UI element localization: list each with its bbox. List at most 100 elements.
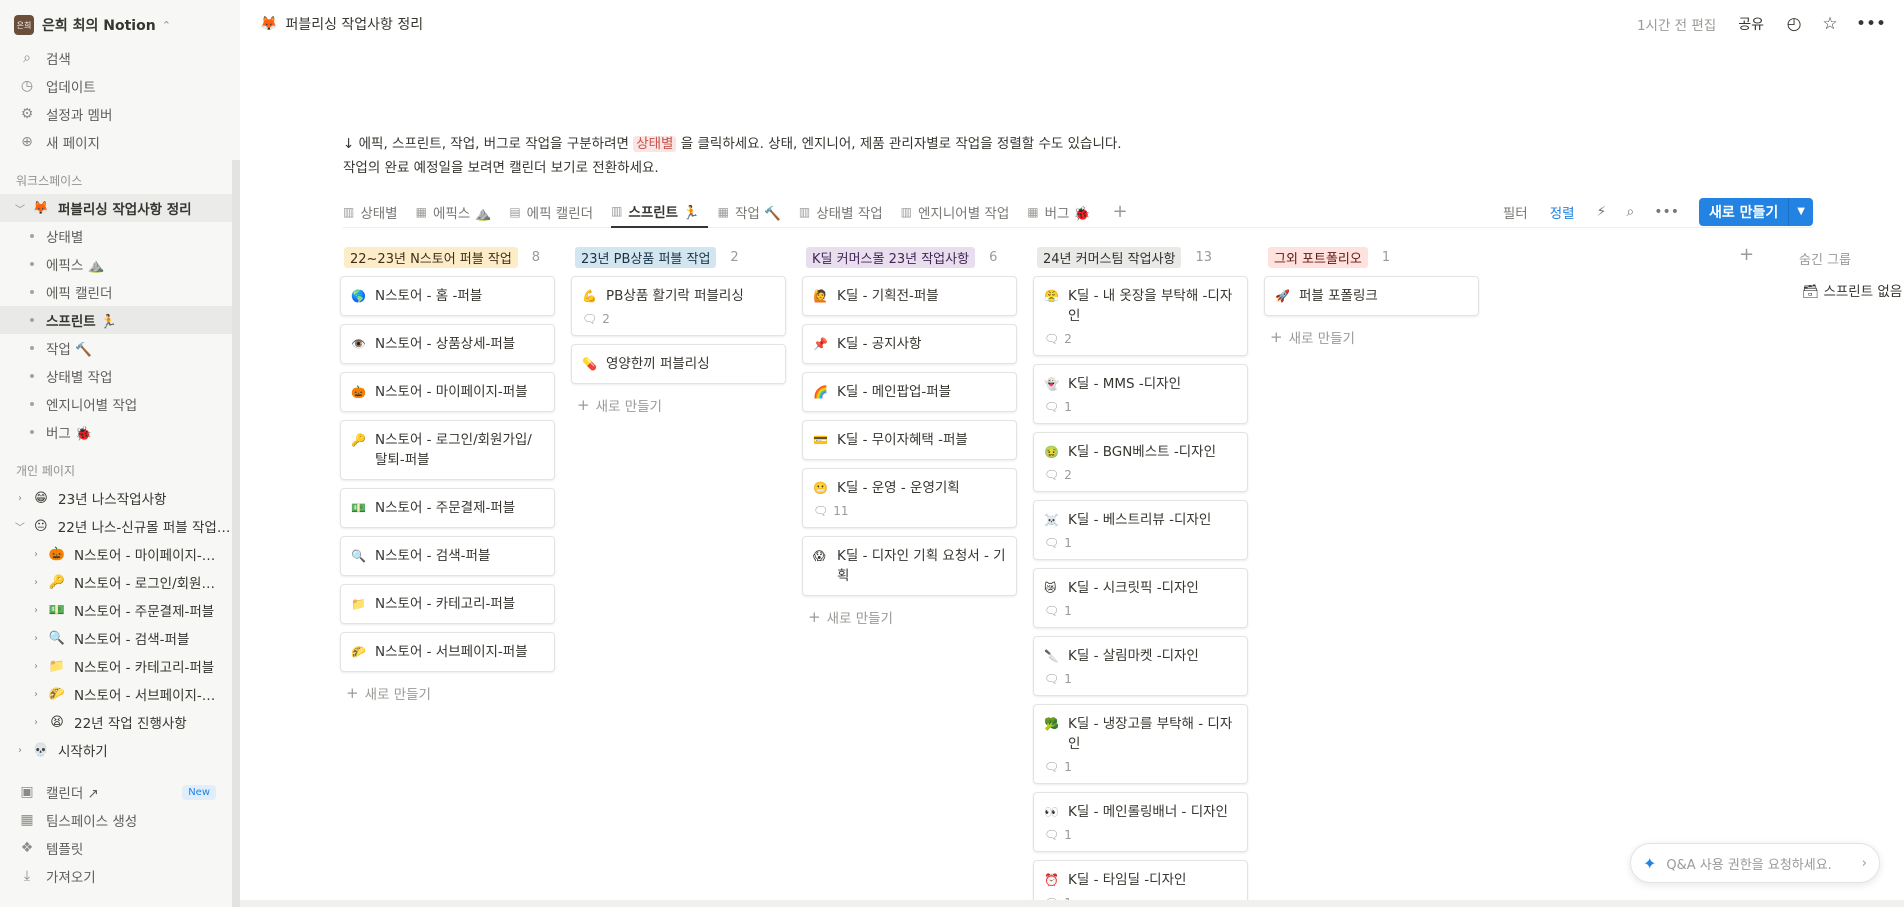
chevron-right-icon[interactable]: › [28,577,44,588]
sidebar-private-page[interactable]: › 😁 23년 나스작업사항 [0,484,240,512]
sidebar-scrollbar[interactable] [232,160,240,907]
sidebar-view-item[interactable]: 버그 🐞 [0,418,240,446]
board-card[interactable]: 👁️ N스토어 - 상품상세-퍼블 [340,324,555,364]
sidebar-private-page[interactable]: ﹀ 😐 22년 나스-신규몰 퍼블 작업사항 [0,512,240,540]
sidebar-view-item[interactable]: 에픽스 ⛰️ [0,250,240,278]
status-view-mention[interactable]: 상태별 [633,136,677,152]
sidebar-view-item[interactable]: 작업 🔨 [0,334,240,362]
sort-button[interactable]: 정렬 [1550,202,1575,222]
add-card-button[interactable]: + 새로 만들기 [802,604,1017,630]
board-card[interactable]: 💊 영양한끼 퍼블리싱 [571,344,786,384]
board-card[interactable]: 🚀 퍼블 포폴링크 [1264,276,1479,316]
chevron-right-icon[interactable]: › [28,717,44,728]
board-card[interactable]: 🔍 N스토어 - 검색-퍼블 [340,536,555,576]
column-header[interactable]: 23년 PB상품 퍼블 작업 2 [571,244,786,270]
add-card-button[interactable]: + 새로 만들기 [340,680,555,706]
history-icon[interactable]: ◴ [1784,14,1804,34]
board-card[interactable]: 🌎 N스토어 - 홈 -퍼블 [340,276,555,316]
chevron-right-icon[interactable]: › [28,689,44,700]
board-card[interactable]: 🌈 K딜 - 메인팝업-퍼블 [802,372,1017,412]
sidebar-view-item[interactable]: 상태별 [0,222,240,250]
qa-request-box[interactable]: ✦ Q&A 사용 권한을 요청하세요. › [1630,843,1880,883]
sidebar-nav-item[interactable]: ⚙ 설정과 멤버 [0,100,240,128]
add-group-icon[interactable]: + [1739,244,1754,265]
board-card[interactable]: 👀 K딜 - 메인롤링배너 - 디자인 🗨 1 [1033,792,1248,852]
view-tab[interactable]: ▦ 버그 🐞 [1027,196,1098,228]
board-card[interactable]: 🤢 K딜 - BGN베스트 -디자인 🗨 2 [1033,432,1248,492]
workspace-switcher[interactable]: 은희 은희 최의 Notion ⌃ [14,10,232,40]
sidebar-view-item[interactable]: 스프린트 🏃 [0,306,240,334]
board-card[interactable]: 🙋 K딜 - 기획전-퍼블 [802,276,1017,316]
chevron-right-icon[interactable]: › [28,605,44,616]
board-card[interactable]: 😿 K딜 - 시크릿픽 -디자인 🗨 1 [1033,568,1248,628]
sidebar-bottom-item[interactable]: ⤓ 가져오기 [0,862,240,890]
lightning-icon[interactable]: ⚡ [1597,204,1607,220]
sidebar-view-item[interactable]: 엔지니어별 작업 [0,390,240,418]
breadcrumb[interactable]: 퍼블리싱 작업사항 정리 [285,14,423,34]
horizontal-scrollbar[interactable] [240,900,1904,907]
sidebar-child-page[interactable]: › 😫 22년 작업 진행사항 [0,708,240,736]
chevron-right-icon[interactable]: › [12,745,28,756]
sidebar-child-page[interactable]: › 💵 N스토어 - 주문결제-퍼블 [0,596,240,624]
board-card[interactable]: 😬 K딜 - 운영 - 운영기획 🗨 11 [802,468,1017,528]
star-icon[interactable]: ☆ [1820,14,1840,34]
board-card[interactable]: 📁 N스토어 - 카테고리-퍼블 [340,584,555,624]
sidebar-nav-item[interactable]: ⌕ 검색 [0,44,240,72]
column-header[interactable]: K딜 커머스몰 23년 작업사항 6 [802,244,1017,270]
filter-button[interactable]: 필터 [1503,202,1528,222]
view-tab[interactable]: ▤ 에픽 캘린더 [509,196,601,228]
board-card[interactable]: 🔑 N스토어 - 로그인/회원가입/탈퇴-퍼블 [340,420,555,480]
board-card[interactable]: 🎃 N스토어 - 마이페이지-퍼블 [340,372,555,412]
new-button[interactable]: 새로 만들기 ▼ [1699,197,1813,226]
add-view-icon[interactable]: + [1113,201,1128,222]
sidebar-child-page[interactable]: › 🌮 N스토어 - 서브페이지-퍼블 [0,680,240,708]
view-tab[interactable]: ▥ 엔지니어별 작업 [901,196,1018,228]
hidden-group-item[interactable]: 🗃 스프린트 없음 [1802,280,1902,300]
board-card[interactable]: 🔪 K딜 - 살림마켓 -디자인 🗨 1 [1033,636,1248,696]
view-tab[interactable]: ▦ 작업 🔨 [718,196,789,228]
chevron-down-icon[interactable]: ﹀ [12,201,28,216]
column-header[interactable]: 그외 포트폴리오 1 [1264,244,1479,270]
board-card[interactable]: 💵 N스토어 - 주문결제-퍼블 [340,488,555,528]
board-card[interactable]: 😤 K딜 - 내 옷장을 부탁해 -디자인 🗨 2 [1033,276,1248,356]
sidebar-bottom-item[interactable]: ❖ 템플릿 [0,834,240,862]
sidebar-child-page[interactable]: › 🔑 N스토어 - 로그인/회원가입/탈퇴-퍼블 [0,568,240,596]
sidebar-bottom-item[interactable]: ▦ 팀스페이스 생성 [0,806,240,834]
board-card[interactable]: 😱 K딜 - 디자인 기획 요청서 - 기획 [802,536,1017,596]
more-icon[interactable]: ••• [1856,14,1886,34]
share-button[interactable]: 공유 [1738,14,1764,34]
view-tab[interactable]: ▥ 스프린트 🏃 [611,196,708,228]
chevron-right-icon[interactable]: › [1862,856,1867,871]
view-tab[interactable]: ▥ 상태별 [343,196,406,228]
board-card[interactable]: 🌮 N스토어 - 서브페이지-퍼블 [340,632,555,672]
board-card[interactable]: 💳 K딜 - 무이자혜택 -퍼블 [802,420,1017,460]
chevron-down-icon[interactable]: ﹀ [12,519,28,534]
sidebar-bottom-item[interactable]: ▣ 캘린더 ↗ New [0,778,240,806]
add-card-button[interactable]: + 새로 만들기 [1264,324,1479,350]
sidebar-child-page[interactable]: › 🎃 N스토어 - 마이페이지-퍼블 [0,540,240,568]
sidebar-view-item[interactable]: 상태별 작업 [0,362,240,390]
chevron-right-icon[interactable]: › [28,661,44,672]
board-card[interactable]: 📌 K딜 - 공지사항 [802,324,1017,364]
column-header[interactable]: 22~23년 N스토어 퍼블 작업 8 [340,244,555,270]
board-card[interactable]: 💪 PB상품 활기락 퍼블리싱 🗨 2 [571,276,786,336]
sidebar-child-page[interactable]: › 🔍 N스토어 - 검색-퍼블 [0,624,240,652]
column-header[interactable]: 24년 커머스팀 작업사항 13 [1033,244,1248,270]
chevron-right-icon[interactable]: › [28,633,44,644]
chevron-down-icon[interactable]: ▼ [1789,206,1813,217]
sidebar-view-item[interactable]: 에픽 캘린더 [0,278,240,306]
sidebar-page-publishing[interactable]: ﹀ 🦊 퍼블리싱 작업사항 정리 [0,194,240,222]
board-card[interactable]: ☠️ K딜 - 베스트리뷰 -디자인 🗨 1 [1033,500,1248,560]
sidebar-private-page[interactable]: › 💀 시작하기 [0,736,240,764]
sidebar-child-page[interactable]: › 📁 N스토어 - 카테고리-퍼블 [0,652,240,680]
view-tab[interactable]: ▦ 에픽스 ⛰️ [416,196,500,228]
chevron-right-icon[interactable]: › [28,549,44,560]
board-card[interactable]: 🥦 K딜 - 냉장고를 부탁해 - 디자인 🗨 1 [1033,704,1248,784]
chevron-right-icon[interactable]: › [12,493,28,504]
board-card[interactable]: 👻 K딜 - MMS -디자인 🗨 1 [1033,364,1248,424]
view-tab[interactable]: ▥ 상태별 작업 [799,196,891,228]
more-icon[interactable]: ••• [1654,204,1679,220]
sidebar-nav-item[interactable]: ◷ 업데이트 [0,72,240,100]
new-button-label[interactable]: 새로 만들기 [1699,197,1790,226]
add-card-button[interactable]: + 새로 만들기 [571,392,786,418]
